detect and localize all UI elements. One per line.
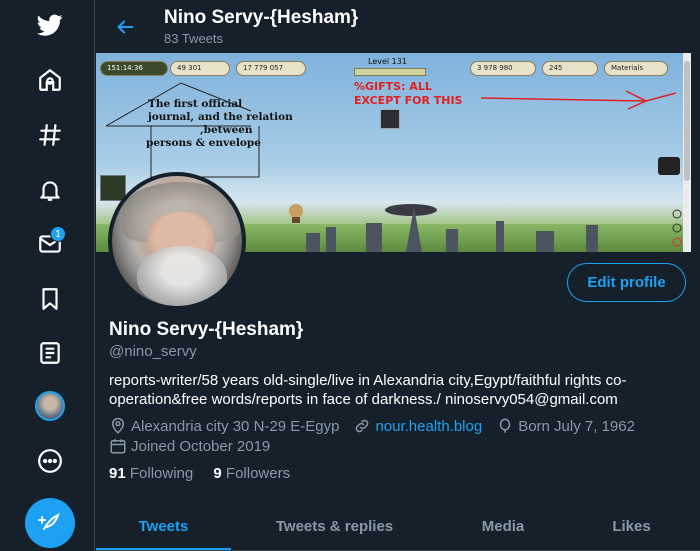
back-button[interactable] — [110, 12, 140, 42]
twitter-logo-icon[interactable] — [30, 5, 70, 45]
home-icon[interactable] — [30, 60, 70, 100]
tweet-count: 83 Tweets — [164, 31, 224, 46]
level-bar — [354, 68, 426, 76]
profile-name: Nino Servy-{Hesham} — [109, 319, 304, 340]
birthday-balloon-icon — [499, 418, 511, 433]
compose-tweet-button[interactable] — [25, 498, 75, 548]
calendar-icon — [110, 439, 126, 454]
top-bar: Nino Servy-{Hesham} 83 Tweets — [96, 0, 700, 53]
profile-location: Alexandria city 30 N-29 E-Egyp — [131, 417, 340, 435]
edit-profile-button[interactable]: Edit profile — [567, 263, 686, 302]
mail-icon — [658, 157, 680, 175]
followers-label: Followers — [225, 465, 291, 482]
banner-scrollbar[interactable] — [683, 53, 691, 252]
following-link[interactable]: 91 Following — [109, 465, 193, 482]
city-skyline — [306, 207, 598, 252]
hud-value: 17 779 057 — [236, 61, 306, 76]
following-label: Following — [129, 465, 194, 482]
hud-value: 245 — [542, 61, 598, 76]
profile-joined-row: Joined October 2019 — [109, 437, 270, 455]
explore-icon[interactable] — [30, 115, 70, 155]
location-icon — [111, 417, 125, 434]
sidebar-nav: 1 — [0, 0, 95, 551]
gifts-note: %GIFTS: ALL EXCEPT FOR THIS — [354, 80, 462, 108]
gifts-line: EXCEPT FOR THIS — [354, 94, 463, 107]
hud-timer: 151:14:36 — [100, 61, 168, 76]
profile-website-link[interactable]: nour.health.blog — [375, 418, 482, 435]
note-line: The first official — [148, 98, 243, 110]
bookmarks-icon[interactable] — [30, 279, 70, 319]
following-count: 91 — [109, 465, 126, 482]
more-icon[interactable] — [30, 441, 70, 481]
game-tool-icon — [380, 109, 400, 129]
tab-tweets[interactable]: Tweets — [96, 501, 231, 551]
followers-count: 9 — [213, 465, 222, 482]
profile-joined-date: Joined October 2019 — [131, 437, 271, 455]
profile-main: Nino Servy-{Hesham} 83 Tweets 151:14:36 … — [96, 0, 700, 551]
gifts-line: %GIFTS: ALL — [354, 80, 432, 93]
profile-meta-row: Alexandria city 30 N-29 E-Egyp nour.heal… — [109, 417, 635, 435]
link-icon — [356, 419, 369, 433]
level-label: Level 131 — [368, 57, 407, 66]
handwritten-note: The first official journal, and the rela… — [146, 98, 293, 150]
note-line: ,between — [200, 124, 253, 136]
profile-avatar-icon[interactable] — [30, 386, 70, 426]
hud-value: 3 978 980 — [470, 61, 536, 76]
profile-birthday: Born July 7, 1962 — [518, 417, 635, 435]
note-line: persons & envelope — [146, 137, 261, 149]
profile-handle: @nino_servy — [109, 343, 197, 360]
red-arrow-drawing — [480, 90, 677, 110]
hud-value: Materials — [604, 61, 668, 76]
zoom-controls-icon — [672, 209, 682, 247]
profile-tabs: Tweets Tweets & replies Media Likes — [96, 501, 700, 551]
lists-icon[interactable] — [30, 333, 70, 373]
active-tab-indicator — [96, 548, 231, 550]
profile-bio: reports-writer/58 years old-single/live … — [109, 372, 627, 408]
compose-tweet-icon — [38, 513, 60, 530]
header-title: Nino Servy-{Hesham} — [164, 7, 359, 28]
profile-photo[interactable] — [108, 172, 246, 310]
avatar-beard — [137, 246, 227, 306]
tab-likes[interactable]: Likes — [568, 501, 695, 551]
tab-tweets-replies[interactable]: Tweets & replies — [231, 501, 438, 551]
back-arrow-icon — [117, 20, 134, 34]
banner-scroll-thumb[interactable] — [684, 61, 690, 181]
messages-icon[interactable]: 1 — [30, 224, 70, 264]
messages-badge: 1 — [50, 226, 66, 242]
mini-avatar — [35, 391, 65, 421]
notifications-icon[interactable] — [30, 170, 70, 210]
tab-media[interactable]: Media — [438, 501, 568, 551]
hud-value: 49 301 — [170, 61, 230, 76]
follow-stats: 91 Following 9 Followers — [109, 465, 290, 482]
followers-link[interactable]: 9 Followers — [213, 465, 290, 482]
